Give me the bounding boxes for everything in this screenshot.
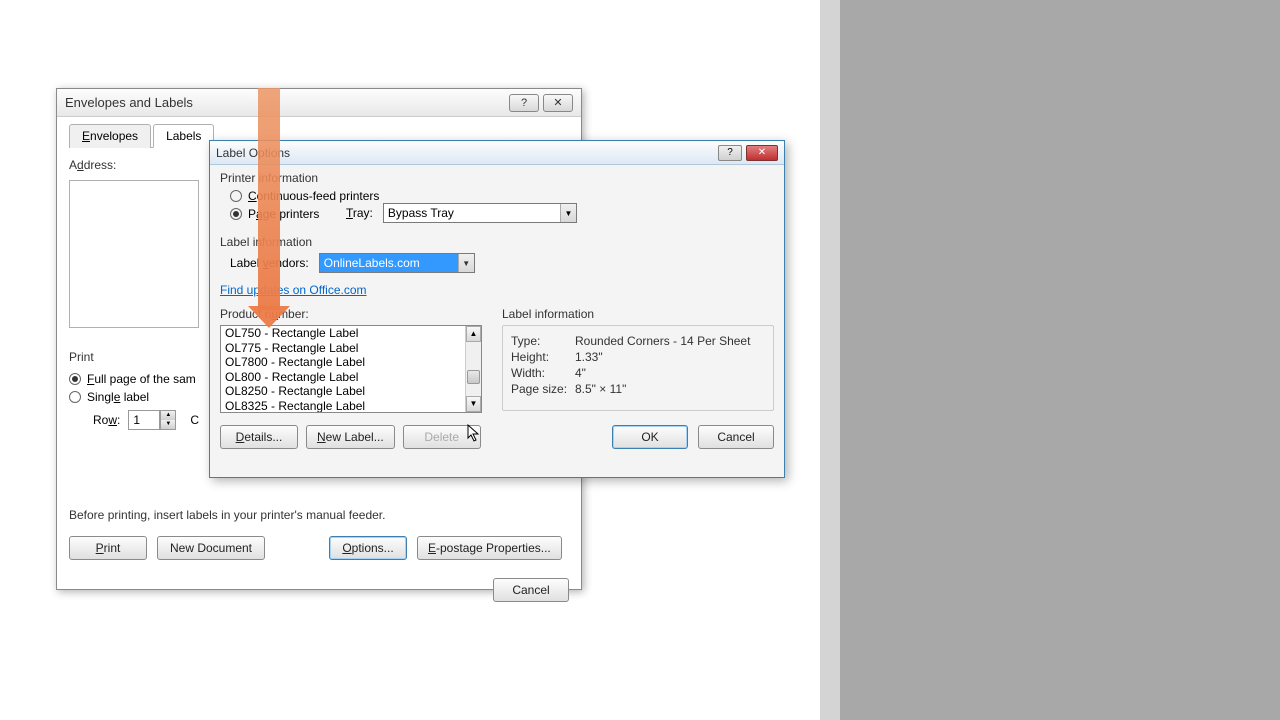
radio-page-printers[interactable] [230, 208, 242, 220]
scroll-thumb[interactable] [467, 370, 480, 384]
product-listbox[interactable]: OL750 - Rectangle Label OL775 - Rectangl… [220, 325, 482, 413]
chevron-down-icon: ▼ [458, 254, 474, 272]
help-button[interactable]: ? [718, 145, 742, 161]
cancel-button[interactable]: Cancel [493, 578, 569, 602]
list-item[interactable]: OL8325 - Rectangle Label [221, 399, 465, 413]
dialog-titlebar: Envelopes and Labels ? ✕ [57, 89, 581, 117]
new-label-button[interactable]: New Label... [306, 425, 395, 449]
row-spinner[interactable]: ▲ ▼ [160, 410, 176, 430]
annotation-arrow [258, 88, 280, 310]
label-options-title: Label Options [216, 146, 718, 160]
label-options-dialog: Label Options ? ✕ Printer information Co… [209, 140, 785, 478]
row-input[interactable] [128, 410, 160, 430]
scroll-down-icon[interactable]: ▼ [466, 396, 481, 412]
tray-value: Bypass Tray [388, 206, 454, 220]
close-button[interactable]: ✕ [543, 94, 573, 112]
background-panel [820, 0, 1280, 720]
close-button[interactable]: ✕ [746, 145, 778, 161]
address-label: Address: [69, 158, 116, 172]
help-button[interactable]: ? [509, 94, 539, 112]
chevron-down-icon: ▼ [560, 204, 576, 222]
info-width-value: 4" [575, 366, 586, 380]
radio-single-label[interactable] [69, 391, 81, 403]
radio-continuous-feed[interactable] [230, 190, 242, 202]
radio-full-page-label: Full page of the sam [87, 372, 196, 386]
label-options-titlebar: Label Options ? ✕ [210, 141, 784, 165]
new-document-button[interactable]: New Document [157, 536, 265, 560]
print-button[interactable]: Print [69, 536, 147, 560]
print-heading: Print [69, 350, 94, 364]
printer-info-heading: Printer information [220, 171, 774, 185]
spinner-down-icon[interactable]: ▼ [161, 420, 175, 429]
label-information-heading: Label information [502, 307, 774, 321]
scroll-up-icon[interactable]: ▲ [466, 326, 481, 342]
tray-label: Tray: [346, 206, 373, 220]
tab-envelopes[interactable]: Envelopes [69, 124, 151, 148]
manual-feeder-note: Before printing, insert labels in your p… [69, 508, 569, 522]
ok-button[interactable]: OK [612, 425, 688, 449]
info-page-label: Page size: [511, 382, 575, 396]
list-item[interactable]: OL7800 - Rectangle Label [221, 355, 465, 370]
col-stub: C [190, 413, 199, 427]
options-button[interactable]: Options... [329, 536, 407, 560]
address-textarea[interactable] [69, 180, 199, 328]
dialog-title: Envelopes and Labels [65, 95, 505, 110]
cancel-button[interactable]: Cancel [698, 425, 774, 449]
label-info-heading: Label information [220, 235, 774, 249]
info-height-value: 1.33" [575, 350, 603, 364]
epostage-button[interactable]: E-postage Properties... [417, 536, 562, 560]
list-item[interactable]: OL750 - Rectangle Label [221, 326, 465, 341]
list-item[interactable]: OL800 - Rectangle Label [221, 370, 465, 385]
list-item[interactable]: OL8250 - Rectangle Label [221, 384, 465, 399]
info-type-label: Type: [511, 334, 575, 348]
spinner-up-icon[interactable]: ▲ [161, 411, 175, 420]
label-info-panel: Type:Rounded Corners - 14 Per Sheet Heig… [502, 325, 774, 411]
vendors-value: OnlineLabels.com [324, 256, 420, 270]
radio-single-label-text: Single label [87, 390, 149, 404]
info-page-value: 8.5" × 11" [575, 382, 626, 396]
info-height-label: Height: [511, 350, 575, 364]
tray-select[interactable]: Bypass Tray ▼ [383, 203, 577, 223]
list-item[interactable]: OL775 - Rectangle Label [221, 341, 465, 356]
info-type-value: Rounded Corners - 14 Per Sheet [575, 334, 750, 348]
radio-full-page[interactable] [69, 373, 81, 385]
row-label: Row: [93, 413, 120, 427]
vendors-select[interactable]: OnlineLabels.com ▼ [319, 253, 475, 273]
updates-link[interactable]: Find updates on Office.com [220, 283, 367, 297]
delete-button: Delete [403, 425, 481, 449]
tab-labels[interactable]: Labels [153, 124, 214, 148]
listbox-scrollbar[interactable]: ▲ ▼ [465, 326, 481, 412]
info-width-label: Width: [511, 366, 575, 380]
details-button[interactable]: Details... [220, 425, 298, 449]
